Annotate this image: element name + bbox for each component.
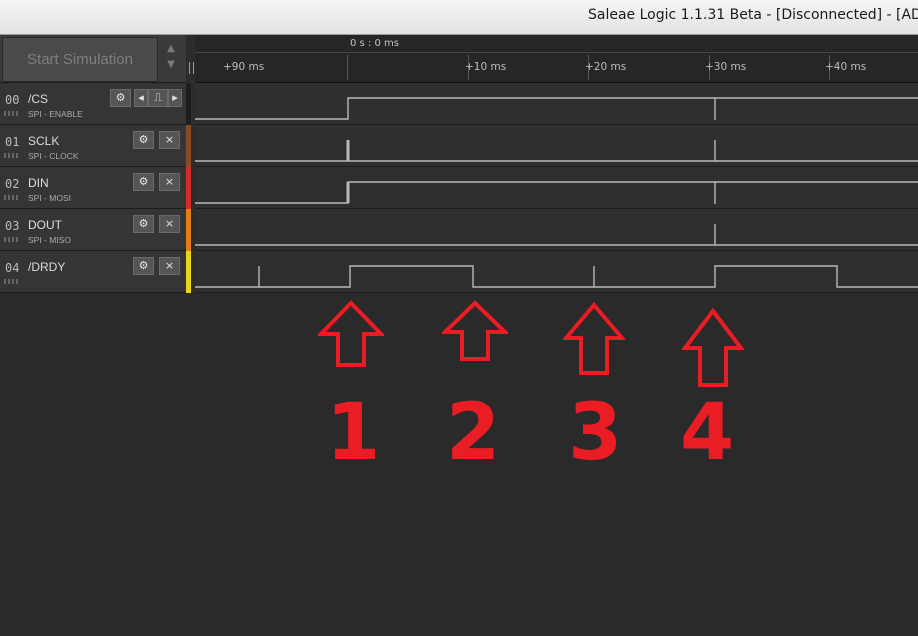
chevron-left-icon[interactable]: ◂ bbox=[134, 89, 148, 107]
drag-handle-icon[interactable] bbox=[4, 195, 18, 200]
channel-number: 04 bbox=[5, 261, 20, 275]
channel-number: 01 bbox=[5, 135, 20, 149]
simulation-options-spinner[interactable]: ▲ ▼ bbox=[160, 41, 182, 77]
waveform-traces bbox=[195, 97, 918, 288]
channel-analyzer-label: SPI - MISO bbox=[28, 235, 71, 245]
gear-icon[interactable]: ⚙ bbox=[133, 215, 154, 233]
close-icon[interactable]: × bbox=[159, 257, 180, 275]
channel-row-dout[interactable]: 03 DOUT SPI - MISO ⚙ × bbox=[0, 209, 186, 251]
channel-color-strip bbox=[186, 167, 191, 209]
channel-row-sclk[interactable]: 01 SCLK SPI - CLOCK ⚙ × bbox=[0, 125, 186, 167]
channel-analyzer-label: SPI - CLOCK bbox=[28, 151, 79, 161]
channel-row-din[interactable]: 02 DIN SPI - MOSI ⚙ × bbox=[0, 167, 186, 209]
close-icon[interactable]: × bbox=[159, 215, 180, 233]
window-title: Saleae Logic 1.1.31 Beta - [Disconnected… bbox=[588, 7, 918, 23]
annotation-label: 1 bbox=[326, 388, 381, 478]
ruler-divider bbox=[195, 52, 918, 53]
channel-color-strip bbox=[186, 251, 191, 293]
drag-handle-icon[interactable] bbox=[4, 111, 18, 116]
din-trace bbox=[195, 181, 918, 204]
gear-icon[interactable]: ⚙ bbox=[110, 89, 131, 107]
channel-analyzer-label: SPI - MOSI bbox=[28, 193, 71, 203]
annotation-label: 2 bbox=[446, 388, 501, 478]
chevron-right-icon[interactable]: ▸ bbox=[168, 89, 182, 107]
gear-icon[interactable]: ⚙ bbox=[133, 173, 154, 191]
channel-color-strip bbox=[186, 83, 191, 125]
ruler-tick-label: +10 ms bbox=[465, 61, 507, 73]
channel-color-strip bbox=[186, 125, 191, 167]
channel-name[interactable]: DOUT bbox=[28, 218, 62, 232]
spinner-up-icon[interactable]: ▲ bbox=[160, 41, 182, 57]
channel-row-drdy[interactable]: 04 /DRDY ⚙ × bbox=[0, 251, 186, 293]
window-titlebar: Saleae Logic 1.1.31 Beta - [Disconnected… bbox=[0, 0, 918, 35]
ruler-center-time: 0 s : 0 ms bbox=[350, 38, 399, 49]
drdy-trace bbox=[195, 265, 918, 288]
arrow-up-icon bbox=[318, 300, 384, 367]
channel-number: 00 bbox=[5, 93, 20, 107]
channel-number: 03 bbox=[5, 219, 20, 233]
spinner-down-icon[interactable]: ▼ bbox=[160, 57, 182, 73]
cs-trace bbox=[195, 97, 918, 120]
simulation-toolbar: Start Simulation ▲ ▼ bbox=[0, 35, 186, 83]
channel-name[interactable]: /DRDY bbox=[28, 260, 65, 274]
ruler-tick-label: +30 ms bbox=[705, 61, 747, 73]
gear-icon[interactable]: ⚙ bbox=[133, 257, 154, 275]
channel-analyzer-label: SPI - ENABLE bbox=[28, 109, 83, 119]
ruler-tick-label: +90 ms bbox=[223, 61, 265, 73]
drag-handle-icon[interactable] bbox=[4, 237, 18, 242]
channel-color-strip bbox=[186, 209, 191, 251]
ruler-tick-label: +40 ms bbox=[825, 61, 867, 73]
ruler-tick-label: +20 ms bbox=[585, 61, 627, 73]
channel-name[interactable]: DIN bbox=[28, 176, 49, 190]
close-icon[interactable]: × bbox=[159, 131, 180, 149]
drag-handle-icon[interactable] bbox=[4, 279, 18, 284]
arrow-up-icon bbox=[442, 300, 508, 361]
channel-name[interactable]: SCLK bbox=[28, 134, 59, 148]
start-simulation-button[interactable]: Start Simulation bbox=[2, 37, 158, 82]
channel-row-cs[interactable]: 00 /CS SPI - ENABLE ⚙ ◂ ⎍ ▸ bbox=[0, 83, 186, 125]
ruler-tick-line bbox=[347, 55, 348, 80]
arrow-up-icon bbox=[682, 308, 744, 387]
close-icon[interactable]: × bbox=[159, 173, 180, 191]
channel-number: 02 bbox=[5, 177, 20, 191]
annotation-label: 3 bbox=[568, 388, 623, 478]
channel-name[interactable]: /CS bbox=[28, 92, 48, 106]
arrow-up-icon bbox=[563, 302, 625, 375]
time-ruler[interactable]: 0 s : 0 ms +90 ms +10 ms +20 ms +30 ms +… bbox=[195, 35, 918, 83]
splitter-grip-icon[interactable] bbox=[189, 62, 194, 74]
trigger-edge-icon[interactable]: ⎍ bbox=[148, 89, 168, 107]
drag-handle-icon[interactable] bbox=[4, 153, 18, 158]
gear-icon[interactable]: ⚙ bbox=[133, 131, 154, 149]
annotation-label: 4 bbox=[680, 388, 735, 478]
